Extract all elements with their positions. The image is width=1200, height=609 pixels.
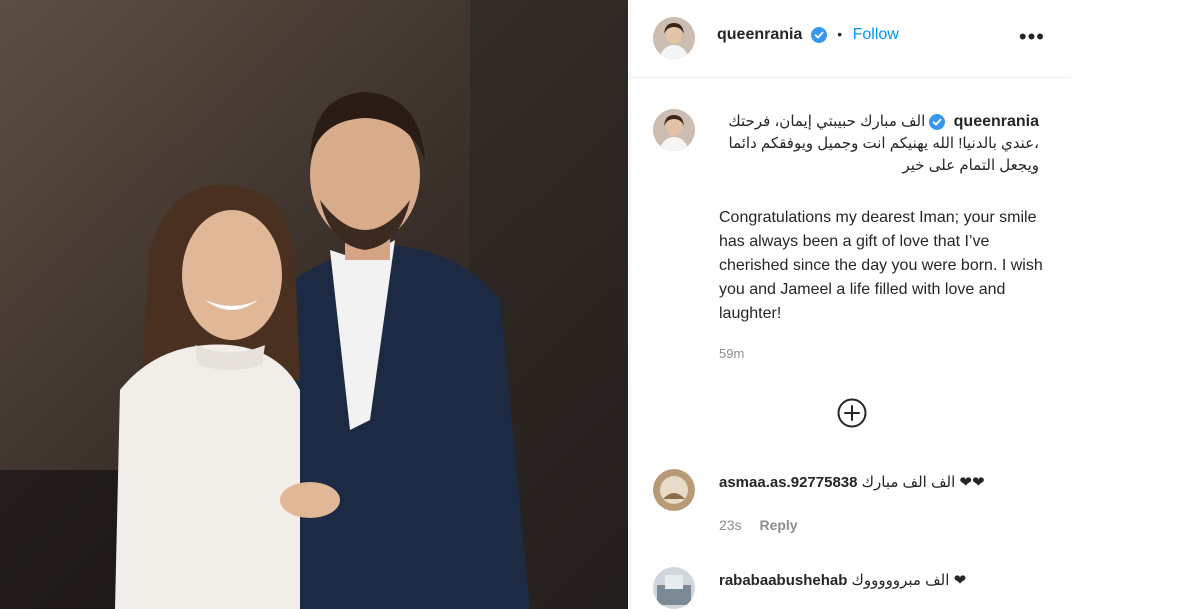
comment-text: الف الف مبارك ❤❤ <box>861 474 985 491</box>
post-header: queenrania • Follow ••• <box>631 0 1071 78</box>
comment-text: الف مبروووووك ❤ <box>851 572 967 589</box>
more-options-icon[interactable]: ••• <box>1019 26 1045 48</box>
post-timestamp[interactable]: 59m <box>719 346 744 361</box>
comment-time[interactable]: 23s <box>719 517 742 533</box>
caption-english: Congratulations my dearest Iman; your sm… <box>719 209 1043 322</box>
verified-badge-icon <box>810 26 827 43</box>
caption-arabic-line2: عندي بالدنيا! الله يهنيكم انت وجميل ويوف… <box>728 135 1040 152</box>
comment-avatar[interactable] <box>653 469 695 511</box>
comment-body: asmaa.as.92775838 الف الف مبارك ❤❤ <box>719 473 985 491</box>
caption-arabic-line1: الف مبارك حبيبتي إيمان، فرحتك <box>728 113 926 130</box>
couple-photo-image <box>0 0 628 609</box>
reply-button[interactable]: Reply <box>759 517 797 533</box>
caption-arabic-line3: ويجعل التمام على خير <box>902 157 1040 174</box>
separator-dot: • <box>837 26 843 42</box>
caption-arabic: الف مبارك حبيبتي إيمان، فرحتك queenrania… <box>719 111 1039 177</box>
load-more-comments-icon[interactable] <box>837 398 867 428</box>
comment-item: rababaabushehab الف مبروووووك ❤ <box>653 567 1063 609</box>
comment-username[interactable]: rababaabushehab <box>719 572 847 589</box>
follow-button[interactable]: Follow <box>853 26 899 43</box>
comment-username[interactable]: asmaa.as.92775838 <box>719 474 857 491</box>
verified-badge-icon <box>929 114 946 131</box>
profile-avatar[interactable] <box>653 17 695 59</box>
post-author-username[interactable]: queenrania <box>717 26 802 43</box>
comment-body: rababaabushehab الف مبروووووك ❤ <box>719 571 966 589</box>
caption-username[interactable]: queenrania <box>954 113 1039 130</box>
comment-item: asmaa.as.92775838 الف الف مبارك ❤❤ 23s R… <box>653 469 1063 539</box>
caption-avatar[interactable] <box>653 109 695 151</box>
comment-avatar[interactable] <box>653 567 695 609</box>
comment-meta: 23s Reply <box>719 517 798 533</box>
post-side-panel: queenrania • Follow ••• الف مبارك حبيبتي… <box>630 0 1071 609</box>
post-photo <box>0 0 628 609</box>
